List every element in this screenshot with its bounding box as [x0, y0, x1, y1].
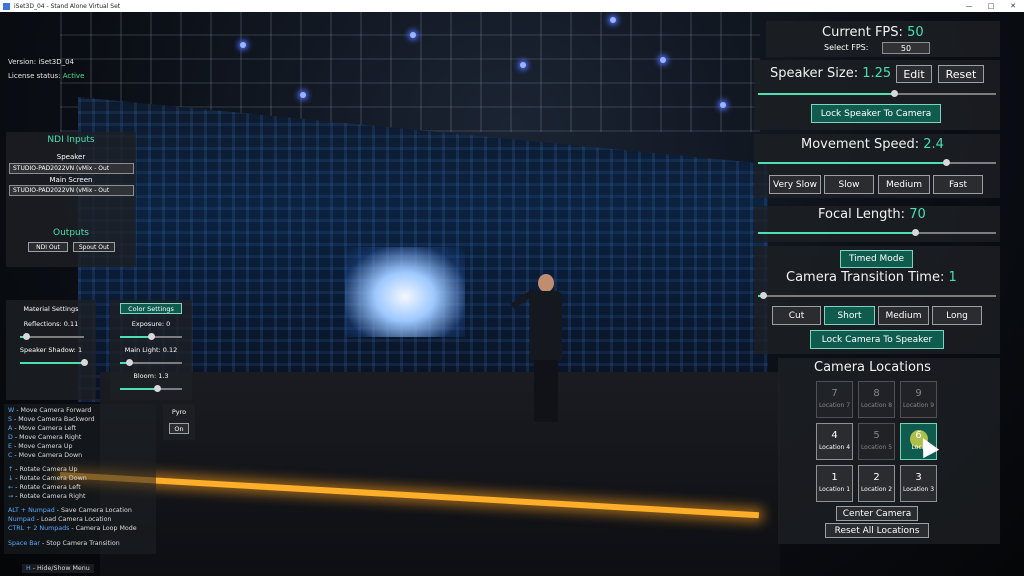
transition-medium-button[interactable]: Medium [878, 306, 929, 325]
shortcut-move-forward: W - Move Camera Forward [8, 407, 92, 414]
current-fps: Current FPS: 50 [822, 25, 924, 40]
timed-mode-button[interactable]: Timed Mode [840, 250, 913, 268]
movement-speed-slider[interactable] [758, 159, 996, 166]
main-screen-label: Main Screen [49, 176, 93, 184]
reflections-label: Reflections: 0.11 [23, 320, 79, 328]
material-settings-panel: Material Settings Reflections: 0.11 Spea… [6, 300, 96, 400]
reflections-slider[interactable] [20, 333, 84, 340]
stage-light [720, 102, 726, 108]
shortcut-rotate-left: ← - Rotate Camera Left [8, 484, 81, 491]
center-camera-button[interactable]: Center Camera [836, 506, 918, 521]
focal-length-slider[interactable] [758, 229, 996, 236]
lock-speaker-button[interactable]: Lock Speaker To Camera [811, 104, 941, 123]
shortcut-move-left: A - Move Camera Left [8, 425, 77, 432]
color-settings-panel: Color Settings Exposure: 0 Main Light: 0… [110, 300, 192, 400]
location-3-button[interactable]: 3 Location 3 [900, 465, 937, 502]
reset-button[interactable]: Reset [938, 65, 984, 83]
window-title: iSet3D_04 - Stand Alone Virtual Set [14, 2, 121, 10]
shortcut-move-up: E - Move Camera Up [8, 443, 73, 450]
pyro-on-button[interactable]: On [169, 423, 189, 434]
color-settings-button[interactable]: Color Settings [120, 303, 182, 314]
stage-light [610, 17, 616, 23]
main-light-slider[interactable] [120, 359, 182, 366]
shortcut-loop-mode: CTRL + 2 Numpads - Camera Loop Mode [8, 525, 137, 532]
stage-light [240, 42, 246, 48]
stage-light [520, 62, 526, 68]
location-4-button[interactable]: 4 Location 4 [816, 423, 853, 460]
camera-transition-time: Camera Transition Time: 1 [786, 270, 957, 285]
lock-camera-button[interactable]: Lock Camera To Speaker [810, 330, 944, 349]
speaker-size: Speaker Size: 1.25 [770, 66, 892, 81]
location-9-button[interactable]: 9 Location 9 [900, 381, 937, 418]
transition-time-slider[interactable] [758, 292, 996, 299]
shortcut-rotate-right: → - Rotate Camera Right [8, 493, 86, 500]
exposure-label: Exposure: 0 [131, 320, 171, 328]
material-settings-title: Material Settings [23, 305, 79, 313]
speed-medium-button[interactable]: Medium [878, 175, 930, 194]
pyro-label: Pyro [171, 408, 187, 416]
glowing-chip-graphic [345, 247, 465, 337]
reset-all-locations-button[interactable]: Reset All Locations [825, 523, 929, 538]
version-text: Version: iSet3D_04 [8, 58, 75, 66]
close-icon[interactable]: ✕ [1002, 2, 1024, 10]
shortcut-rotate-down: ↓ - Rotate Camera Down [8, 475, 87, 482]
pyro-panel: Pyro On [163, 404, 195, 440]
focal-length: Focal Length: 70 [818, 207, 926, 222]
speaker-label: Speaker [56, 153, 86, 161]
license-status: License status: Active [8, 72, 84, 80]
location-7-button[interactable]: 7 Location 7 [816, 381, 853, 418]
movement-speed: Movement Speed: 2.4 [801, 137, 944, 152]
speaker-shadow-slider[interactable] [20, 359, 88, 366]
main-screen-source-select[interactable]: STUDIO-PAD2022VN (vMix - Out [9, 185, 134, 196]
shortcut-move-backward: S - Move Camera Backword [8, 416, 95, 423]
license-value: Active [62, 72, 85, 80]
shortcut-rotate-up: ↑ - Rotate Camera Up [8, 466, 78, 473]
ndi-out-button[interactable]: NDI Out [28, 242, 68, 252]
stage-light [410, 32, 416, 38]
stage-light [660, 57, 666, 63]
transition-long-button[interactable]: Long [932, 306, 982, 325]
shortcut-move-right: D - Move Camera Right [8, 434, 82, 441]
speed-fast-button[interactable]: Fast [933, 175, 983, 194]
shortcut-hide-menu: H - Hide/Show Menu [22, 564, 94, 573]
shortcut-load-location: Numpad - Load Camera Location [8, 516, 112, 523]
stage-light [300, 92, 306, 98]
camera-locations-title: Camera Locations [814, 360, 931, 375]
speed-very-slow-button[interactable]: Very Slow [769, 175, 821, 194]
edit-button[interactable]: Edit [896, 65, 932, 83]
bloom-slider[interactable] [120, 385, 182, 392]
presenter-figure [510, 274, 570, 424]
ndi-inputs-title: NDI Inputs [47, 135, 95, 145]
location-2-button[interactable]: 2 Location 2 [858, 465, 895, 502]
speaker-shadow-label: Speaker Shadow: 1 [19, 346, 83, 354]
license-label: License status: [8, 72, 61, 80]
app-icon [3, 2, 10, 10]
exposure-slider[interactable] [120, 333, 182, 340]
speaker-source-select[interactable]: STUDIO-PAD2022VN (vMix - Out [9, 163, 134, 174]
title-bar: iSet3D_04 - Stand Alone Virtual Set — □ … [0, 0, 1024, 12]
shortcut-save-location: ALT + Numpad - Save Camera Location [8, 507, 132, 514]
transition-cut-button[interactable]: Cut [772, 306, 821, 325]
bloom-label: Bloom: 1.3 [133, 372, 169, 380]
shortcut-move-down: C - Move Camera Down [8, 452, 83, 459]
stage-floor [100, 372, 780, 576]
location-8-button[interactable]: 8 Location 8 [858, 381, 895, 418]
maximize-icon[interactable]: □ [980, 2, 1002, 10]
select-fps-label: Select FPS: [824, 43, 869, 52]
main-light-label: Main Light: 0.12 [124, 346, 178, 354]
speed-slow-button[interactable]: Slow [824, 175, 874, 194]
shortcut-stop-transition: Space Bar - Stop Camera Transition [8, 540, 120, 547]
outputs-title: Outputs [53, 228, 89, 238]
speaker-size-slider[interactable] [758, 90, 996, 97]
location-1-button[interactable]: 1 Location 1 [816, 465, 853, 502]
minimize-icon[interactable]: — [958, 2, 980, 10]
transition-short-button[interactable]: Short [824, 306, 875, 325]
ndi-panel: NDI Inputs Speaker STUDIO-PAD2022VN (vMi… [6, 132, 136, 267]
location-5-button[interactable]: 5 Location 5 [858, 423, 895, 460]
select-fps-input[interactable]: 50 [882, 42, 930, 54]
spout-out-button[interactable]: Spout Out [73, 242, 115, 252]
